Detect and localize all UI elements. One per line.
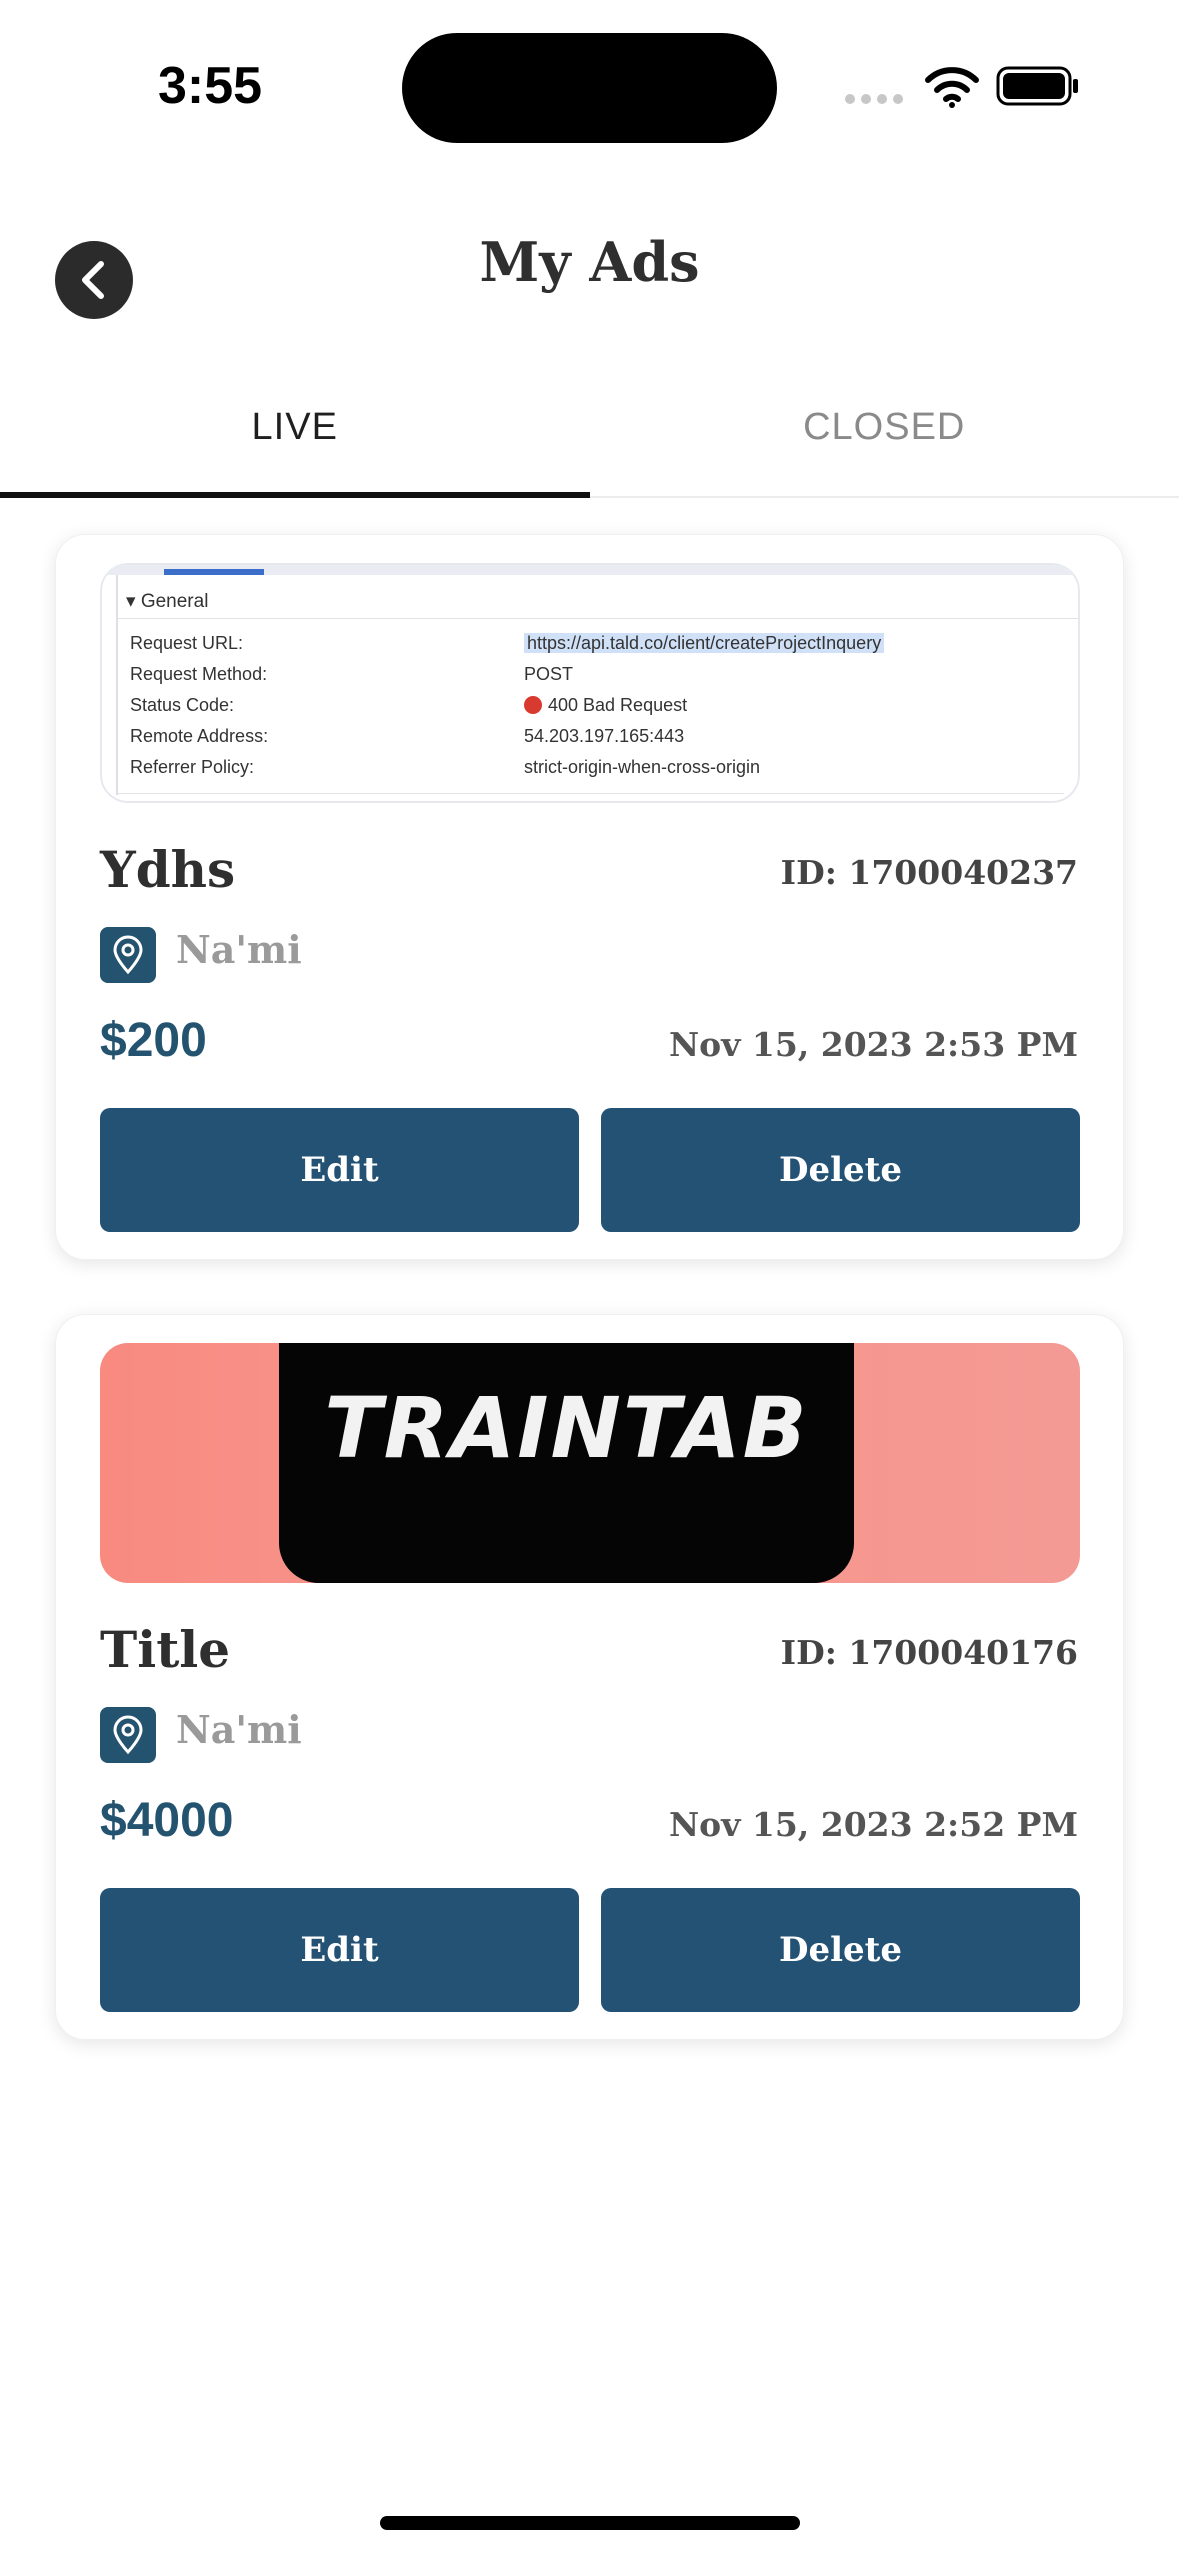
ad-price: $4000 <box>100 1794 234 1847</box>
dynamic-island <box>402 33 777 143</box>
screenshot-section-header: ▾ General <box>118 585 1078 619</box>
ad-image: TRAINTAB <box>100 1343 1080 1583</box>
location-pin-icon <box>100 927 156 983</box>
screenshot-row-label: Referrer Policy: <box>130 757 255 777</box>
ad-title: Title <box>100 1620 231 1679</box>
delete-button[interactable]: Delete <box>601 1108 1080 1232</box>
delete-button[interactable]: Delete <box>601 1888 1080 2012</box>
wifi-icon <box>925 67 979 108</box>
screenshot-row-value: POST <box>524 664 574 684</box>
ad-location: Na'mi <box>176 927 302 972</box>
screenshot-row-value: 54.203.197.165:443 <box>524 726 685 746</box>
ad-price: $200 <box>100 1014 207 1067</box>
ad-id: ID: 1700040176 <box>780 1633 1078 1672</box>
tab-live[interactable]: LIVE <box>0 380 590 498</box>
screenshot-row-value: https://api.tald.co/client/createProject… <box>524 633 885 653</box>
status-time: 3:55 <box>158 57 263 115</box>
page-title: My Ads <box>479 230 700 294</box>
ad-card[interactable]: TRAINTAB Title ID: 1700040176 Na'mi $400… <box>55 1314 1124 2040</box>
ad-card[interactable]: ▾ General Request URL: https://api.tald.… <box>55 534 1124 1260</box>
status-error-dot-icon <box>524 696 542 714</box>
ad-image-banner-text: TRAINTAB <box>324 1379 809 1477</box>
tab-closed[interactable]: CLOSED <box>590 380 1179 498</box>
cellular-signal-icon <box>845 94 903 104</box>
ad-id: ID: 1700040237 <box>780 853 1078 892</box>
tab-bar: LIVE CLOSED <box>0 380 1179 498</box>
home-indicator[interactable] <box>380 2516 800 2530</box>
ad-title: Ydhs <box>100 840 236 899</box>
edit-button[interactable]: Edit <box>100 1108 579 1232</box>
screenshot-row-value: 400 Bad Request <box>548 695 688 715</box>
battery-icon <box>996 66 1078 106</box>
ad-image: ▾ General Request URL: https://api.tald.… <box>100 563 1080 803</box>
location-pin-icon <box>100 1707 156 1763</box>
screenshot-row-label: Remote Address: <box>130 726 269 746</box>
screenshot-row-label: Status Code: <box>130 695 235 715</box>
screenshot-row-label: Request URL: <box>130 633 244 653</box>
edit-button[interactable]: Edit <box>100 1888 579 2012</box>
screenshot-row-label: Request Method: <box>130 664 268 684</box>
ad-location: Na'mi <box>176 1707 302 1752</box>
ad-date: Nov 15, 2023 2:53 PM <box>669 1025 1078 1064</box>
screenshot-row-value: strict-origin-when-cross-origin <box>524 757 761 777</box>
ad-date: Nov 15, 2023 2:52 PM <box>669 1805 1078 1844</box>
